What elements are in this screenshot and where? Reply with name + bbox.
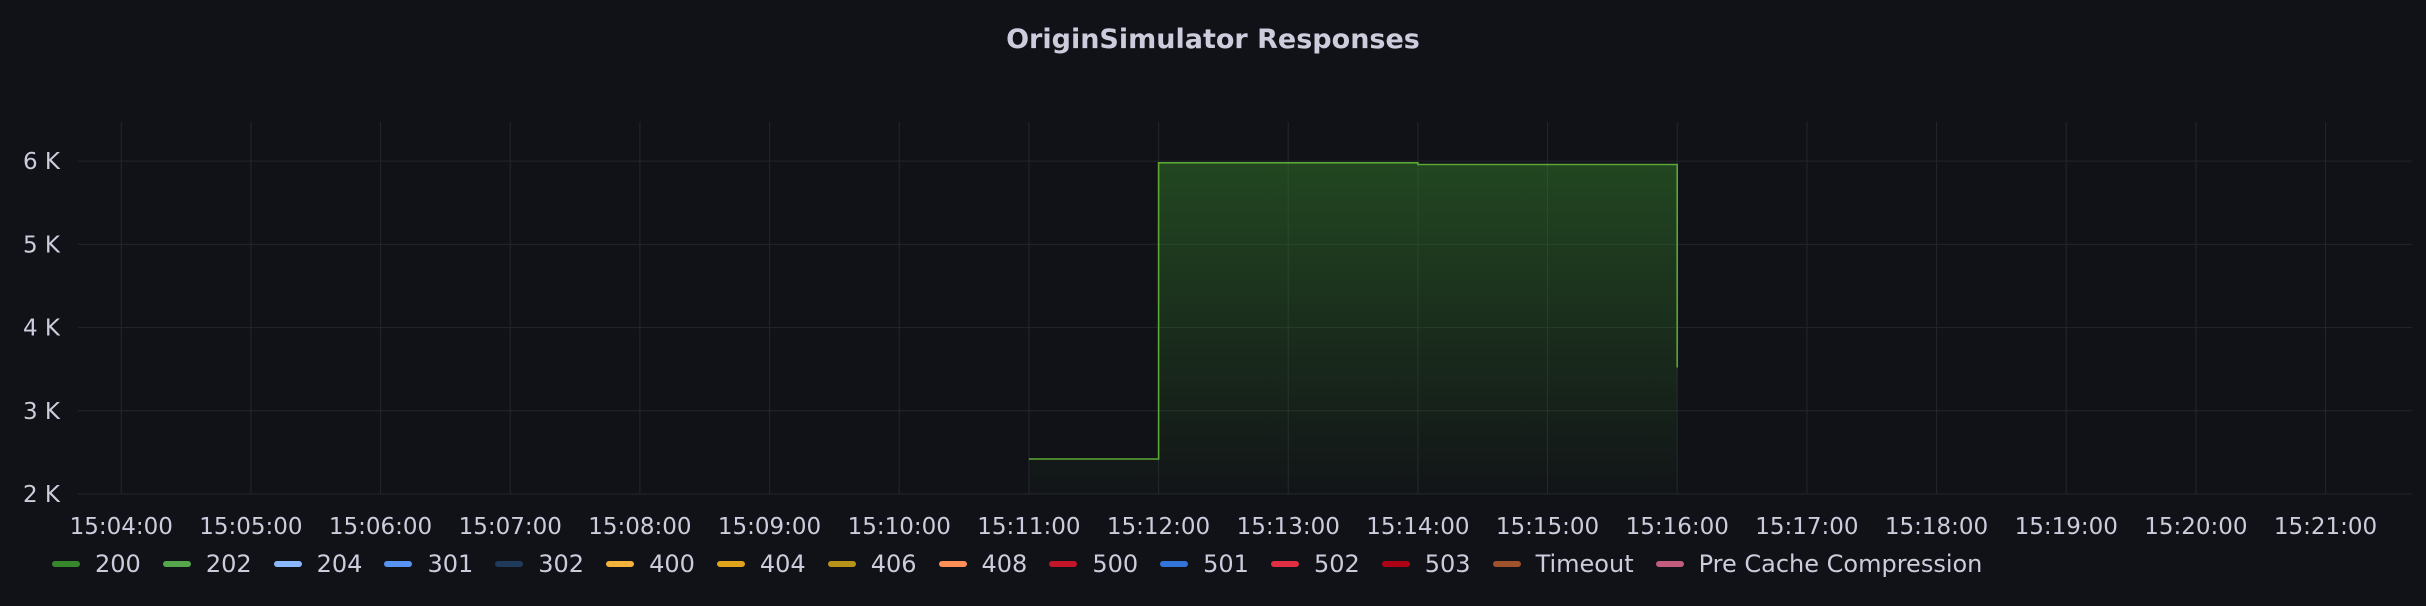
legend-swatch	[495, 561, 524, 567]
x-tick-label: 15:13:00	[1237, 514, 1340, 540]
legend-item[interactable]: 501	[1160, 550, 1249, 578]
legend-label: 400	[649, 550, 695, 578]
legend-item[interactable]: 301	[384, 550, 473, 578]
legend-swatch	[1655, 561, 1684, 567]
legend-label: 200	[95, 550, 141, 578]
x-tick-label: 15:17:00	[1755, 514, 1858, 540]
legend-swatch	[1270, 561, 1299, 567]
y-tick-label: 3 K	[23, 399, 61, 425]
x-tick-label: 15:18:00	[1885, 514, 1988, 540]
x-tick-label: 15:08:00	[588, 514, 691, 540]
legend-item[interactable]: 200	[52, 550, 141, 578]
legend-item[interactable]: 302	[495, 550, 584, 578]
legend-swatch	[827, 561, 856, 567]
legend-label: Timeout	[1535, 550, 1634, 578]
legend-label: 501	[1203, 550, 1249, 578]
legend-label: 408	[981, 550, 1028, 578]
x-tick-label: 15:11:00	[977, 514, 1080, 540]
x-tick-label: 15:15:00	[1496, 514, 1599, 540]
time-series-chart[interactable]: 2 K 3 K 4 K 5 K 6 K 15:04:00 15:05:00 15:06:00 1…	[0, 0, 2426, 540]
x-tick-label: 15:07:00	[459, 514, 562, 540]
x-tick-label: 15:19:00	[2015, 514, 2118, 540]
legend-item[interactable]: 500	[1049, 550, 1138, 578]
x-tick-label: 15:20:00	[2144, 514, 2247, 540]
legend-label: 503	[1424, 550, 1471, 578]
x-tick-label: 15:06:00	[329, 514, 432, 540]
legend-swatch	[606, 561, 635, 567]
x-tick-label: 15:14:00	[1366, 514, 1469, 540]
legend-item[interactable]: Pre Cache Compression	[1655, 550, 1983, 578]
y-tick-label: 4 K	[23, 316, 61, 342]
legend-swatch	[938, 561, 967, 567]
x-tick-label: 15:09:00	[718, 514, 821, 540]
legend-label: 301	[427, 550, 474, 578]
legend-label: 404	[759, 550, 806, 578]
y-tick-label: 6 K	[23, 149, 61, 175]
legend-item[interactable]: Timeout	[1492, 550, 1634, 578]
x-tick-label: 15:04:00	[70, 514, 173, 540]
legend-swatch	[384, 561, 413, 567]
legend-swatch	[273, 561, 302, 567]
x-tick-label: 15:10:00	[848, 514, 951, 540]
legend-item[interactable]: 400	[606, 550, 695, 578]
x-tick-label: 15:16:00	[1626, 514, 1729, 540]
legend-swatch	[1492, 561, 1521, 567]
legend-swatch	[162, 561, 191, 567]
legend-label: 500	[1092, 550, 1139, 578]
legend-swatch	[1049, 561, 1078, 567]
legend-swatch	[1381, 561, 1410, 567]
legend-item[interactable]: 404	[716, 550, 806, 578]
legend-label: 302	[538, 550, 585, 578]
legend-swatch	[716, 561, 745, 567]
legend-label: 502	[1313, 550, 1360, 578]
legend-swatch	[1160, 561, 1189, 567]
chart-legend: 200 202 204 301 302 400 404 406 408 500 501 502 503 T…	[52, 546, 2004, 582]
legend-item[interactable]: 204	[273, 550, 363, 578]
x-tick-label: 15:12:00	[1107, 514, 1210, 540]
legend-label: 406	[870, 550, 917, 578]
legend-label: Pre Cache Compression	[1698, 550, 1983, 578]
legend-label: 204	[316, 550, 363, 578]
legend-item[interactable]: 502	[1270, 550, 1360, 578]
series-area-200	[1028, 162, 1678, 495]
legend-item[interactable]: 202	[162, 550, 252, 578]
legend-item[interactable]: 503	[1381, 550, 1471, 578]
x-tick-label: 15:05:00	[199, 514, 302, 540]
legend-label: 202	[205, 550, 252, 578]
y-tick-label: 5 K	[23, 232, 61, 258]
legend-item[interactable]: 408	[938, 550, 1028, 578]
graph-panel: OriginSimulator Responses 2 K3 K4 K5 K6 …	[0, 0, 2426, 606]
x-tick-label: 15:21:00	[2274, 514, 2377, 540]
y-tick-label: 2 K	[23, 482, 61, 508]
legend-item[interactable]: 406	[827, 550, 917, 578]
legend-swatch	[52, 561, 80, 567]
